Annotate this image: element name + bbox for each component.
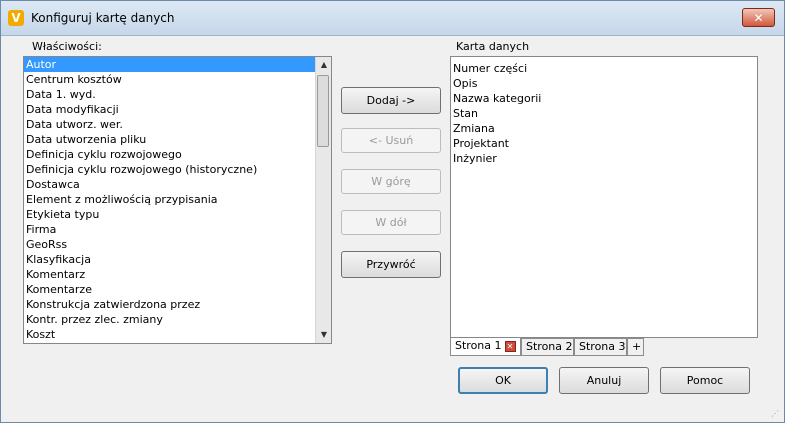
property-item[interactable]: Definicja cyklu rozwojowego (historyczne…: [24, 162, 331, 177]
tab-label: Strona 1: [455, 339, 502, 352]
help-button[interactable]: Pomoc: [660, 367, 750, 394]
property-item[interactable]: Firma: [24, 222, 331, 237]
datacard-listbox[interactable]: Numer części Opis Nazwa kategorii Stan Zmian…: [450, 56, 758, 338]
property-item[interactable]: Kontr. przez zlec. zmiany: [24, 312, 331, 327]
property-item[interactable]: Koszt: [24, 327, 331, 342]
property-item[interactable]: Konstrukcja zatwierdzona przez: [24, 297, 331, 312]
plus-icon: +: [632, 340, 642, 353]
property-item[interactable]: Komentarze: [24, 282, 331, 297]
title-bar: V Konfiguruj kartę danych ✕: [1, 1, 784, 36]
property-item[interactable]: Komentarz: [24, 267, 331, 282]
property-item[interactable]: Data utworzenia pliku: [24, 132, 331, 147]
scroll-up-arrow[interactable]: ▲: [316, 57, 331, 73]
dialog-title: Konfiguruj kartę danych: [31, 11, 175, 25]
scroll-down-arrow[interactable]: ▼: [316, 327, 331, 343]
cancel-button[interactable]: Anuluj: [559, 367, 649, 394]
properties-listbox[interactable]: Autor Centrum kosztów Data 1. wyd. Data mod…: [23, 56, 332, 344]
tab-add[interactable]: +: [627, 338, 644, 356]
property-item[interactable]: Dostawca: [24, 177, 331, 192]
datacard-item[interactable]: Numer części: [451, 61, 757, 76]
properties-label: Właściwości:: [32, 40, 102, 53]
tab-strona-2[interactable]: Strona 2: [521, 338, 574, 356]
datacard-list: Numer części Opis Nazwa kategorii Stan Zmian…: [451, 61, 757, 166]
datacard-item[interactable]: Stan: [451, 106, 757, 121]
tab-label: Strona 2: [526, 340, 573, 353]
datacard-item[interactable]: Projektant: [451, 136, 757, 151]
remove-button[interactable]: <- Usuń: [341, 128, 441, 153]
datacard-item[interactable]: Opis: [451, 76, 757, 91]
ok-button[interactable]: OK: [458, 367, 548, 394]
move-down-button[interactable]: W dół: [341, 210, 441, 235]
close-button[interactable]: ✕: [742, 8, 775, 27]
dialog-window: V Konfiguruj kartę danych ✕ Właściwości:…: [0, 0, 785, 423]
resize-grip-icon[interactable]: ⋰: [771, 409, 781, 419]
tab-strona-1[interactable]: Strona 1 ✕: [450, 338, 521, 356]
restore-button[interactable]: Przywróć: [341, 251, 441, 278]
move-up-button[interactable]: W górę: [341, 169, 441, 194]
add-button[interactable]: Dodaj ->: [341, 87, 441, 114]
property-item[interactable]: Data utworz. wer.: [24, 117, 331, 132]
properties-list: Autor Centrum kosztów Data 1. wyd. Data mod…: [24, 57, 331, 342]
datacard-item[interactable]: Zmiana: [451, 121, 757, 136]
property-item[interactable]: Klasyfikacja: [24, 252, 331, 267]
datacard-label: Karta danych: [456, 40, 530, 53]
property-item[interactable]: Definicja cyklu rozwojowego: [24, 147, 331, 162]
scroll-thumb[interactable]: [317, 75, 329, 147]
property-item[interactable]: Autor: [24, 57, 331, 72]
tab-strona-3[interactable]: Strona 3: [574, 338, 627, 356]
property-item[interactable]: Element z możliwością przypisania: [24, 192, 331, 207]
properties-scrollbar[interactable]: ▲ ▼: [315, 57, 331, 343]
app-icon: V: [8, 10, 24, 26]
property-item[interactable]: GeoRss: [24, 237, 331, 252]
datacard-item[interactable]: Inżynier: [451, 151, 757, 166]
property-item[interactable]: Etykieta typu: [24, 207, 331, 222]
close-icon[interactable]: ✕: [504, 340, 516, 352]
property-item[interactable]: Data 1. wyd.: [24, 87, 331, 102]
datacard-item[interactable]: Nazwa kategorii: [451, 91, 757, 106]
tab-label: Strona 3: [579, 340, 626, 353]
property-item[interactable]: Data modyfikacji: [24, 102, 331, 117]
property-item[interactable]: Centrum kosztów: [24, 72, 331, 87]
